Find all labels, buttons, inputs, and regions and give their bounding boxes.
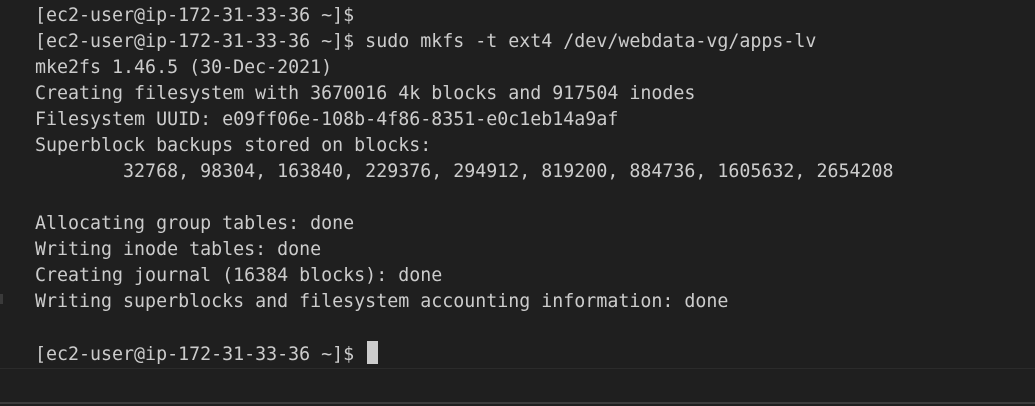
terminal-line: [ec2-user@ip-172-31-33-36 ~]$ sudo mkfs … bbox=[35, 31, 817, 52]
terminal-line: Superblock backups stored on blocks: bbox=[35, 135, 432, 156]
terminal-line: Creating filesystem with 3670016 4k bloc… bbox=[35, 83, 696, 104]
terminal-line: Writing inode tables: done bbox=[35, 239, 322, 260]
terminal-output[interactable]: [ec2-user@ip-172-31-33-36 ~]$ [ec2-user@… bbox=[0, 0, 1035, 368]
terminal-line: Creating journal (16384 blocks): done bbox=[35, 265, 443, 286]
terminal-cursor bbox=[367, 341, 379, 364]
terminal-line: [ec2-user@ip-172-31-33-36 ~]$ bbox=[35, 5, 355, 26]
panel-footer bbox=[0, 368, 1035, 406]
terminal-prompt-line[interactable]: [ec2-user@ip-172-31-33-36 ~]$ bbox=[35, 341, 1035, 367]
terminal-line: mke2fs 1.46.5 (30-Dec-2021) bbox=[35, 57, 333, 78]
panel-divider bbox=[0, 402, 1035, 404]
scroll-marker bbox=[0, 294, 3, 304]
terminal-line: Allocating group tables: done bbox=[35, 213, 355, 234]
terminal-line: Writing superblocks and filesystem accou… bbox=[35, 291, 729, 312]
terminal-line: Filesystem UUID: e09ff06e-108b-4f86-8351… bbox=[35, 109, 619, 130]
terminal-line: 32768, 98304, 163840, 229376, 294912, 81… bbox=[35, 161, 894, 182]
terminal-prompt: [ec2-user@ip-172-31-33-36 ~]$ bbox=[35, 344, 366, 365]
